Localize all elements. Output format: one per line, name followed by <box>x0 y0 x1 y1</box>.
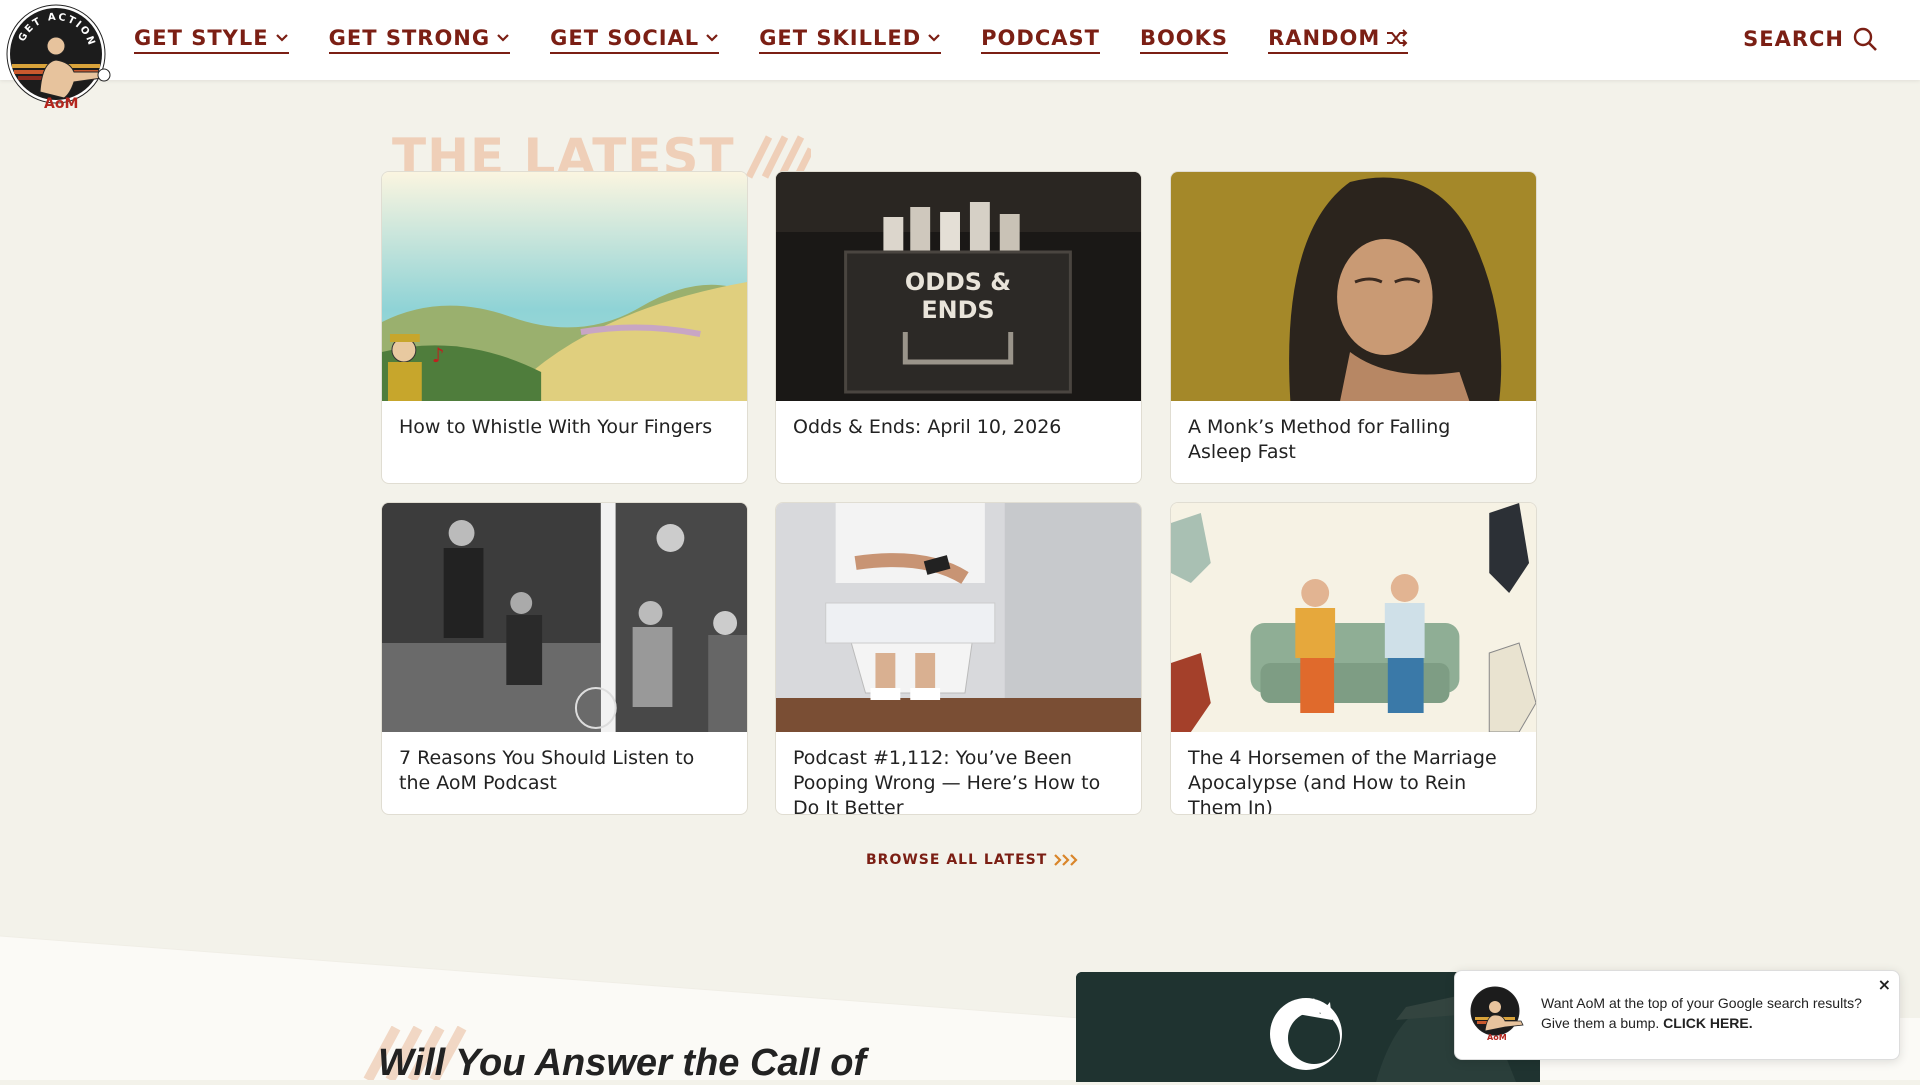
article-title[interactable]: A Monk’s Method for Falling Asleep Fast <box>1171 401 1536 479</box>
article-thumbnail: ♪ <box>382 172 747 401</box>
article-thumbnail <box>776 503 1141 732</box>
toast-cta-link[interactable]: CLICK HERE. <box>1663 1015 1752 1031</box>
odds-box-line-2: ENDS <box>921 296 994 324</box>
nav-books[interactable]: BOOKS <box>1139 26 1229 54</box>
browse-all-latest-link[interactable]: BROWSE ALL LATEST <box>866 852 1081 868</box>
article-thumbnail <box>382 503 747 732</box>
article-card[interactable]: 7 Reasons You Should Listen to the AoM P… <box>381 502 748 815</box>
shuffle-icon <box>1387 29 1408 47</box>
search-icon <box>1853 27 1877 51</box>
article-card[interactable]: The 4 Horsemen of the Marriage Apocalyps… <box>1170 502 1537 815</box>
main-nav: GET STYLE GET STRONG GET SOCIAL GET SKIL… <box>134 26 1448 54</box>
article-thumbnail <box>1171 172 1536 401</box>
nav-label: RANDOM <box>1268 26 1381 50</box>
article-title[interactable]: Odds & Ends: April 10, 2026 <box>776 401 1141 454</box>
logo-bottom-text: AoM <box>44 96 78 112</box>
article-title[interactable]: How to Whistle With Your Fingers <box>382 401 747 454</box>
nav-get-social[interactable]: GET SOCIAL <box>550 26 720 54</box>
nav-podcast[interactable]: PODCAST <box>981 26 1100 54</box>
chevron-down-icon <box>706 34 718 42</box>
search-button[interactable]: SEARCH <box>1743 26 1878 52</box>
nav-label: GET SOCIAL <box>550 26 700 50</box>
toast-logo-text: AoM <box>1487 1033 1507 1041</box>
nav-get-style[interactable]: GET STYLE <box>134 26 289 54</box>
nav-get-skilled[interactable]: GET SKILLED <box>759 26 942 54</box>
close-icon[interactable]: × <box>1878 975 1891 994</box>
article-title[interactable]: The 4 Horsemen of the Marriage Apocalyps… <box>1171 732 1536 814</box>
article-thumbnail: ODDS & ENDS <box>776 172 1141 401</box>
article-card[interactable]: ♪ How to Whistle With Your Fingers <box>381 171 748 484</box>
toast-message: Want AoM at the top of your Google searc… <box>1541 993 1871 1033</box>
article-card[interactable]: Podcast #1,112: You’ve Been Pooping Wron… <box>775 502 1142 815</box>
site-logo[interactable]: GET ACTION AoM <box>4 2 126 112</box>
nav-random[interactable]: RANDOM <box>1268 26 1409 54</box>
chevron-down-icon <box>928 34 940 42</box>
browse-label: BROWSE ALL LATEST <box>866 852 1048 868</box>
article-thumbnail <box>1171 503 1536 732</box>
article-title[interactable]: 7 Reasons You Should Listen to the AoM P… <box>382 732 747 810</box>
search-label: SEARCH <box>1743 27 1844 51</box>
nav-label: GET STRONG <box>328 26 491 50</box>
odds-box-line-1: ODDS & <box>905 268 1011 296</box>
google-search-toast[interactable]: AoM Want AoM at the top of your Google s… <box>1454 970 1900 1060</box>
nav-label: BOOKS <box>1139 26 1229 50</box>
article-card[interactable]: ODDS & ENDS Odds & Ends: April 10, 2026 <box>775 171 1142 484</box>
triple-chevron-right-icon <box>1054 854 1078 866</box>
nav-label: GET STYLE <box>134 26 269 50</box>
chevron-down-icon <box>497 34 509 42</box>
nav-label: GET SKILLED <box>759 26 922 50</box>
nav-get-strong[interactable]: GET STRONG <box>328 26 511 54</box>
aom-logo-icon: AoM <box>1470 986 1524 1041</box>
lower-section-heading: Will You Answer the Call of <box>378 1042 867 1084</box>
site-header: GET STYLE GET STRONG GET SOCIAL GET SKIL… <box>0 0 1920 80</box>
chevron-down-icon <box>275 34 288 42</box>
nav-label: PODCAST <box>981 26 1100 50</box>
svg-text:♪: ♪ <box>432 343 445 367</box>
article-card[interactable]: A Monk’s Method for Falling Asleep Fast <box>1170 171 1537 484</box>
article-title[interactable]: Podcast #1,112: You’ve Been Pooping Wron… <box>776 732 1141 814</box>
